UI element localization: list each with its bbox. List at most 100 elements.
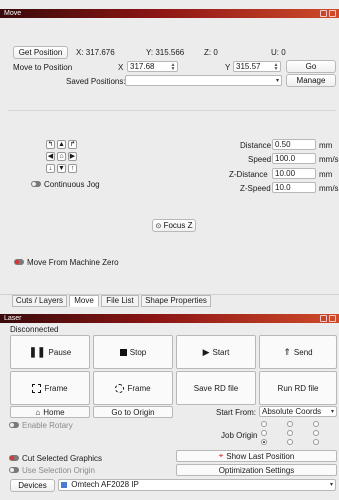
get-position-button[interactable]: Get Position	[13, 46, 68, 59]
z-readout: Z: 0	[204, 48, 218, 57]
y-spinner-icon[interactable]: ▲ ▼	[273, 63, 279, 72]
laser-window-controls	[320, 314, 336, 323]
float-icon[interactable]	[320, 10, 327, 17]
go-button[interactable]: Go	[286, 60, 336, 73]
focus-z-icon: ⊙	[155, 223, 162, 230]
show-last-position-button[interactable]: ⌖ Show Last Position	[176, 450, 337, 462]
optimization-settings-button[interactable]: Optimization Settings	[176, 464, 337, 476]
pause-button[interactable]: ❚❚ Pause	[10, 335, 90, 369]
distance-value: 0.50	[275, 140, 291, 149]
tab-file-list[interactable]: File List	[101, 295, 139, 307]
jog-up-left-icon[interactable]: ↰	[46, 140, 55, 149]
continuous-jog-label: Continuous Jog	[44, 180, 100, 189]
jog-up-icon[interactable]: ▲	[57, 140, 66, 149]
float-icon[interactable]	[320, 315, 327, 322]
crosshair-icon: ⌖	[218, 451, 224, 460]
tab-shape-properties[interactable]: Shape Properties	[141, 295, 211, 307]
divider	[8, 110, 336, 111]
origin-bottom-center-radio[interactable]	[287, 439, 293, 445]
speed-unit: mm/s	[319, 155, 339, 164]
close-icon[interactable]	[329, 315, 336, 322]
tab-cuts-layers[interactable]: Cuts / Layers	[12, 295, 67, 307]
distance-unit: mm	[319, 141, 333, 150]
x-position-value: 317.68	[130, 62, 155, 71]
jog-down-icon[interactable]: ▼	[57, 164, 66, 173]
laser-title: Laser	[4, 315, 22, 322]
zdistance-input[interactable]: 10.00	[272, 168, 316, 179]
home-button[interactable]: ⌂ Home	[10, 406, 90, 418]
move-from-zero-toggle[interactable]	[14, 259, 24, 265]
device-ip-icon	[61, 481, 67, 488]
start-from-value: Absolute Coords	[262, 407, 322, 416]
device-select[interactable]: Omtech AF2028 IP ▾	[58, 479, 336, 491]
send-label: Send	[293, 347, 313, 357]
saved-positions-label: Saved Positions:	[66, 77, 126, 86]
close-icon[interactable]	[329, 10, 336, 17]
stop-icon	[119, 348, 127, 356]
origin-center-radio[interactable]	[287, 430, 293, 436]
distance-input[interactable]: 0.50	[272, 139, 316, 150]
jog-z-up-icon[interactable]: ↑	[68, 164, 77, 173]
move-window-controls	[320, 9, 336, 18]
run-rd-file-button[interactable]: Run RD file	[259, 371, 337, 405]
home-icon[interactable]: ⌂	[57, 152, 66, 161]
origin-bottom-right-radio[interactable]	[313, 439, 319, 445]
move-from-zero-label: Move From Machine Zero	[27, 258, 119, 267]
home-label: Home	[43, 407, 65, 417]
origin-middle-right-radio[interactable]	[313, 430, 319, 436]
stop-button[interactable]: Stop	[93, 335, 173, 369]
origin-middle-left-radio[interactable]	[261, 430, 267, 436]
job-origin-label: Job Origin	[221, 431, 258, 440]
chevron-down-icon: ▾	[329, 482, 333, 488]
zdistance-unit: mm	[319, 170, 333, 179]
x-label: X	[118, 63, 124, 72]
origin-bottom-left-radio[interactable]	[261, 439, 267, 445]
zdistance-value: 10.00	[275, 169, 296, 178]
u-readout: U: 0	[271, 48, 286, 57]
stop-label: Stop	[129, 347, 147, 357]
frame-button[interactable]: Frame	[10, 371, 90, 405]
focus-z-button[interactable]: ⊙ Focus Z	[152, 219, 196, 232]
tab-move[interactable]: Move	[69, 295, 99, 307]
x-spinner-icon[interactable]: ▲ ▼	[170, 63, 176, 72]
use-selection-origin-toggle[interactable]	[9, 467, 19, 473]
jog-pad: ↰ ▲ ↱ ◀ ⌂ ▶ ↓ ▼ ↑	[46, 140, 86, 176]
x-position-input[interactable]: 317.68 ▲ ▼	[127, 61, 178, 72]
jog-up-right-icon[interactable]: ↱	[68, 140, 77, 149]
move-titlebar: Move	[0, 9, 339, 18]
start-from-select[interactable]: Absolute Coords ▾	[259, 406, 337, 417]
send-button[interactable]: ⇑ Send	[259, 335, 337, 369]
use-selection-origin-label: Use Selection Origin	[22, 466, 95, 475]
zspeed-value: 10.0	[275, 183, 291, 192]
origin-top-right-radio[interactable]	[313, 421, 319, 427]
cut-selected-toggle[interactable]	[9, 455, 19, 461]
enable-rotary-label: Enable Rotary	[22, 421, 73, 430]
rotary-frame-button[interactable]: Frame	[93, 371, 173, 405]
save-rd-file-button[interactable]: Save RD file	[176, 371, 256, 405]
start-button[interactable]: ▶ Start	[176, 335, 256, 369]
origin-top-center-radio[interactable]	[287, 421, 293, 427]
pause-icon: ❚❚	[28, 346, 46, 358]
jog-left-icon[interactable]: ◀	[46, 152, 55, 161]
job-origin-grid	[261, 421, 321, 447]
y-position-input[interactable]: 315.57 ▲ ▼	[233, 61, 281, 72]
frame-label: Frame	[44, 383, 68, 393]
zspeed-input[interactable]: 10.0	[272, 182, 316, 193]
y-label: Y	[225, 63, 231, 72]
continuous-jog-toggle[interactable]	[31, 181, 41, 187]
saved-positions-select[interactable]: ▾	[125, 75, 282, 86]
jog-right-icon[interactable]: ▶	[68, 152, 77, 161]
origin-top-left-radio[interactable]	[261, 421, 267, 427]
start-from-label: Start From:	[216, 408, 257, 417]
show-last-position-label: Show Last Position	[226, 451, 295, 461]
go-to-origin-button[interactable]: Go to Origin	[93, 406, 173, 418]
manage-button[interactable]: Manage	[286, 74, 336, 87]
speed-input[interactable]: 100.0	[272, 153, 316, 164]
enable-rotary-toggle[interactable]	[9, 422, 19, 428]
zspeed-unit: mm/s	[319, 184, 339, 193]
rotary-frame-icon	[115, 383, 125, 393]
devices-button[interactable]: Devices	[10, 479, 55, 492]
jog-down-left-icon[interactable]: ↓	[46, 164, 55, 173]
zspeed-label: Z-Speed	[240, 184, 271, 193]
frame-icon	[32, 383, 42, 393]
